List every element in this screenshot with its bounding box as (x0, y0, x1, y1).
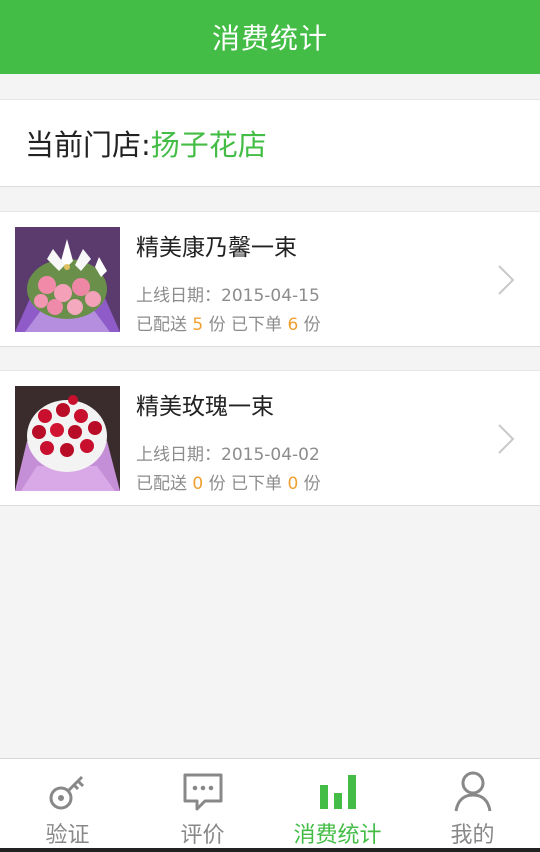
ordered-unit: 份 (298, 315, 321, 335)
user-icon (451, 769, 495, 813)
date-value: 2015-04-02 (221, 445, 320, 465)
app-screen: 消费统计 当前门店: 扬子花店 精美康乃馨一束 上线日期：2015-04-15 … (0, 0, 540, 852)
ordered-count: 6 (287, 315, 299, 335)
carnation-bouquet-image (15, 227, 120, 332)
delivered-count: 5 (192, 315, 204, 335)
product-item[interactable]: 精美康乃馨一束 上线日期：2015-04-15 已配送 5 份 已下单 6 份 (0, 211, 540, 347)
tab-verify[interactable]: 验证 (0, 759, 135, 852)
product-item[interactable]: 精美玫瑰一束 上线日期：2015-04-02 已配送 0 份 已下单 0 份 (0, 370, 540, 506)
tab-label: 消费统计 (293, 823, 382, 848)
tab-mine[interactable]: 我的 (405, 759, 540, 852)
ordered-label: 已下单 (231, 315, 288, 335)
delivered-unit: 份 (203, 315, 232, 335)
store-label: 当前门店: (25, 128, 151, 162)
delivered-label: 已配送 (136, 315, 193, 335)
tab-label: 评价 (180, 823, 225, 848)
title-bar: 消费统计 (0, 0, 540, 74)
delivered-count: 0 (192, 474, 204, 494)
chevron-right-icon (496, 264, 516, 296)
ordered-label: 已下单 (231, 474, 288, 494)
current-store-panel: 当前门店: 扬子花店 (0, 99, 540, 187)
page-title: 消费统计 (211, 22, 328, 55)
date-value: 2015-04-15 (221, 286, 320, 306)
tab-label: 我的 (450, 823, 495, 848)
chat-bubble-icon (181, 769, 225, 813)
date-label: 上线日期： (136, 286, 221, 306)
bar-chart-icon (316, 769, 360, 813)
delivered-unit: 份 (203, 474, 232, 494)
rose-bouquet-image (15, 386, 120, 491)
date-label: 上线日期： (136, 445, 221, 465)
bottom-tab-bar: 验证 评价 消费统计 我的 (0, 758, 540, 852)
ordered-unit: 份 (298, 474, 321, 494)
store-name: 扬子花店 (150, 128, 267, 162)
ordered-count: 0 (287, 474, 299, 494)
screen-bottom-edge (0, 848, 540, 852)
product-stats: 已配送 5 份 已下单 6 份 (136, 310, 321, 335)
tab-consumption-stats[interactable]: 消费统计 (270, 759, 405, 852)
delivered-label: 已配送 (136, 474, 193, 494)
tab-reviews[interactable]: 评价 (135, 759, 270, 852)
product-name: 精美玫瑰一束 (136, 394, 274, 420)
key-icon (46, 769, 90, 813)
product-date: 上线日期：2015-04-02 (136, 440, 320, 465)
product-date: 上线日期：2015-04-15 (136, 281, 320, 306)
product-stats: 已配送 0 份 已下单 0 份 (136, 469, 321, 494)
tab-label: 验证 (45, 823, 90, 848)
chevron-right-icon (496, 423, 516, 455)
product-name: 精美康乃馨一束 (136, 235, 297, 261)
